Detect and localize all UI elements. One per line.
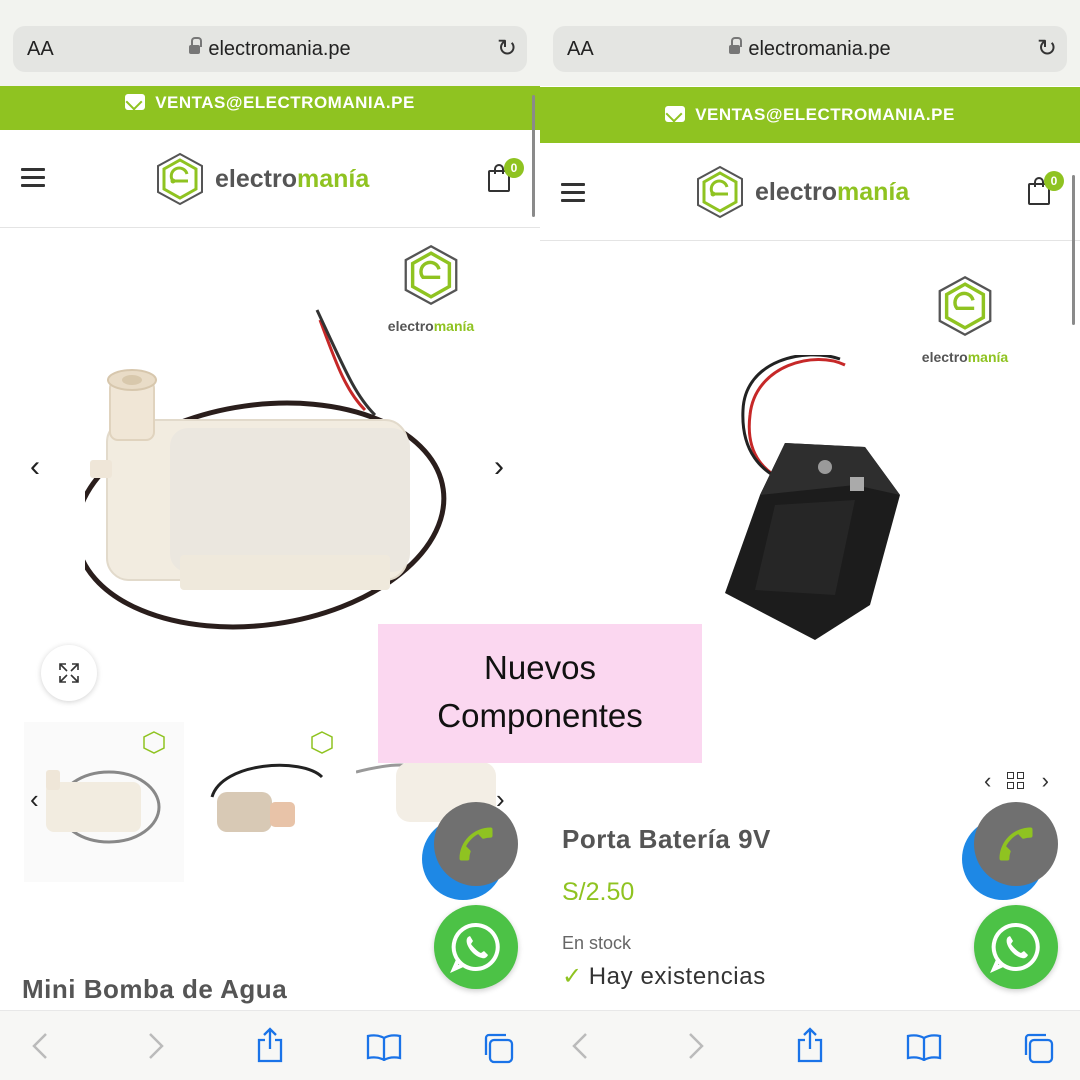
call-button[interactable] bbox=[434, 802, 518, 886]
thumbnail[interactable] bbox=[192, 722, 352, 882]
page-scrollbar[interactable] bbox=[532, 95, 535, 217]
address-bar[interactable]: AA electromania.pe ↻ bbox=[13, 26, 527, 72]
address-bar[interactable]: AA electromania.pe ↻ bbox=[553, 26, 1067, 72]
chevron-left-icon[interactable]: ‹ bbox=[30, 452, 40, 482]
logo-word-start: electro bbox=[755, 178, 837, 206]
banner-email: VENTAS@ELECTROMANIA.PE bbox=[155, 93, 415, 112]
share-icon[interactable] bbox=[796, 1027, 824, 1063]
logo-word-start: electro bbox=[215, 165, 297, 193]
logo-hex-icon bbox=[697, 165, 743, 219]
logo-word-end: manía bbox=[836, 178, 910, 206]
reload-icon[interactable]: ↻ bbox=[1037, 34, 1057, 63]
site-header: electromanía 0 bbox=[540, 143, 1080, 241]
image-watermark: electromanía bbox=[910, 275, 1020, 365]
next-product-icon[interactable]: › bbox=[1042, 768, 1049, 793]
whatsapp-button[interactable] bbox=[974, 905, 1058, 989]
share-icon[interactable] bbox=[256, 1027, 284, 1063]
bookmarks-icon[interactable] bbox=[366, 1033, 402, 1061]
product-title: Porta Batería 9V bbox=[562, 824, 771, 854]
product-price: S/2.50 bbox=[562, 878, 635, 906]
mail-icon bbox=[665, 106, 686, 122]
site-header: electromanía 0 bbox=[0, 130, 540, 228]
thumbnail[interactable] bbox=[24, 722, 184, 882]
overlay-line-2: Componentes bbox=[437, 697, 643, 734]
logo-hex-icon bbox=[157, 152, 203, 206]
chevron-right-icon[interactable]: › bbox=[494, 452, 504, 482]
whatsapp-icon bbox=[450, 922, 500, 973]
forward-icon[interactable] bbox=[146, 1031, 166, 1061]
left-phone-screen: AA electromania.pe ↻ VENTAS@ELECTROMANIA… bbox=[0, 0, 540, 1080]
phone-icon bbox=[459, 827, 493, 861]
hamburger-icon[interactable] bbox=[561, 183, 585, 203]
lock-icon bbox=[729, 37, 743, 56]
url-text: electromania.pe bbox=[208, 38, 351, 60]
bookmarks-icon[interactable] bbox=[906, 1033, 942, 1061]
expand-image-button[interactable] bbox=[41, 645, 97, 701]
tabs-icon[interactable] bbox=[481, 1031, 515, 1065]
prev-product-icon[interactable]: ‹ bbox=[984, 768, 991, 793]
hamburger-icon[interactable] bbox=[21, 168, 45, 188]
cart-count: 0 bbox=[1044, 171, 1064, 191]
page-scrollbar[interactable] bbox=[1072, 175, 1075, 325]
thumbnail-prev-icon[interactable]: ‹ bbox=[30, 786, 39, 812]
cart-icon[interactable]: 0 bbox=[1026, 171, 1064, 207]
stock-status: ✓ Hay existencias bbox=[562, 963, 766, 990]
phone-icon bbox=[999, 827, 1033, 861]
expand-icon bbox=[59, 663, 79, 683]
back-icon[interactable] bbox=[570, 1031, 590, 1061]
battery-holder-image bbox=[725, 355, 900, 640]
whatsapp-button[interactable] bbox=[434, 905, 518, 989]
logo-word-end: manía bbox=[296, 165, 370, 193]
stock-label: En stock bbox=[562, 933, 632, 953]
lock-icon bbox=[189, 37, 203, 56]
call-button[interactable] bbox=[974, 802, 1058, 886]
grid-icon[interactable] bbox=[1007, 772, 1025, 790]
browser-toolbar bbox=[0, 1010, 540, 1080]
back-icon[interactable] bbox=[30, 1031, 50, 1061]
cart-count: 0 bbox=[504, 158, 524, 178]
overlay-line-1: Nuevos bbox=[484, 649, 596, 686]
email-banner[interactable]: VENTAS@ELECTROMANIA.PE bbox=[0, 86, 540, 130]
promo-overlay: Nuevos Componentes bbox=[378, 624, 702, 763]
tabs-icon[interactable] bbox=[1021, 1031, 1055, 1065]
url-text: electromania.pe bbox=[748, 38, 891, 60]
banner-email: VENTAS@ELECTROMANIA.PE bbox=[695, 105, 955, 124]
cart-icon[interactable]: 0 bbox=[486, 158, 524, 194]
mail-icon bbox=[125, 94, 146, 110]
email-banner[interactable]: VENTAS@ELECTROMANIA.PE bbox=[540, 87, 1080, 143]
water-pump-image bbox=[85, 309, 447, 630]
product-navigation: ‹ › bbox=[984, 768, 1049, 794]
browser-toolbar bbox=[540, 1010, 1080, 1080]
reload-icon[interactable]: ↻ bbox=[497, 34, 517, 63]
right-phone-screen: AA electromania.pe ↻ VENTAS@ELECTROMANIA… bbox=[540, 0, 1080, 1080]
whatsapp-icon bbox=[990, 922, 1040, 973]
product-title: Mini Bomba de Agua bbox=[22, 974, 288, 1004]
forward-icon[interactable] bbox=[686, 1031, 706, 1061]
check-icon: ✓ bbox=[562, 963, 583, 990]
watermark-logo-icon bbox=[938, 275, 992, 337]
composite-screenshot: AA electromania.pe ↻ VENTAS@ELECTROMANIA… bbox=[0, 0, 1080, 1080]
